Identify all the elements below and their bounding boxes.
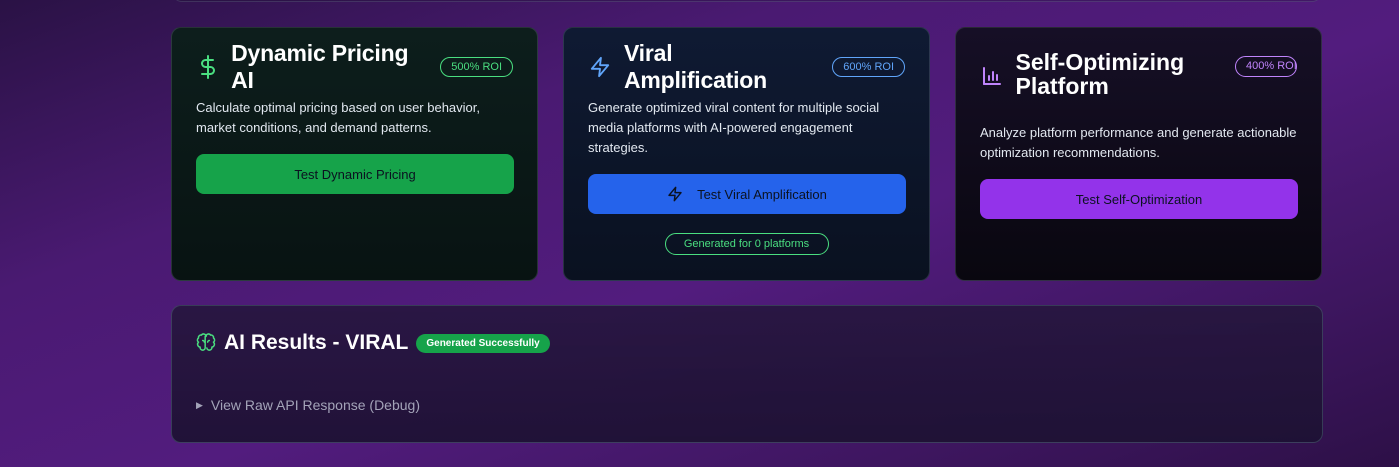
roi-badge: 500% ROI bbox=[440, 57, 513, 77]
card-title: Dynamic Pricing AI bbox=[231, 40, 409, 93]
test-self-optimization-button[interactable]: Test Self-Optimization bbox=[980, 179, 1298, 219]
test-viral-amplification-button[interactable]: Test Viral Amplification bbox=[588, 174, 906, 214]
card-description: Generate optimized viral content for mul… bbox=[588, 100, 880, 155]
success-badge: Generated Successfully bbox=[416, 333, 550, 353]
card-description: Calculate optimal pricing based on user … bbox=[196, 100, 481, 135]
dynamic-pricing-card: Dynamic Pricing AI 500% ROI Calculate op… bbox=[171, 27, 538, 281]
viral-amplification-card: Viral Amplification 600% ROI Generate op… bbox=[563, 27, 930, 281]
previous-panel bbox=[172, 0, 1322, 2]
button-label: Test Viral Amplification bbox=[697, 186, 827, 202]
button-label: Test Dynamic Pricing bbox=[294, 166, 416, 182]
test-dynamic-pricing-button[interactable]: Test Dynamic Pricing bbox=[196, 154, 514, 194]
brain-icon bbox=[196, 333, 216, 353]
ai-results-panel: AI Results - VIRAL Generated Successfull… bbox=[171, 305, 1323, 443]
debug-toggle[interactable]: ▶ View Raw API Response (Debug) bbox=[196, 397, 1298, 413]
card-title: Viral Amplification bbox=[623, 40, 768, 93]
results-title: AI Results - VIRAL bbox=[224, 331, 409, 354]
self-optimizing-card: Self-Optimizing Platform 400% ROI Analyz… bbox=[955, 27, 1322, 281]
lightning-icon bbox=[667, 186, 683, 202]
debug-label: View Raw API Response (Debug) bbox=[210, 397, 420, 413]
card-title: Self-Optimizing Platform bbox=[1015, 49, 1185, 99]
button-label: Test Self-Optimization bbox=[1075, 191, 1203, 207]
status-badge: Generated for 0 platforms bbox=[664, 233, 829, 255]
triangle-right-icon: ▶ bbox=[196, 399, 203, 410]
results-header: AI Results - VIRAL Generated Successfull… bbox=[196, 330, 1298, 356]
card-description: Analyze platform performance and generat… bbox=[980, 125, 1297, 160]
lightning-icon bbox=[588, 55, 612, 79]
card-header: Dynamic Pricing AI 500% ROI bbox=[196, 40, 513, 93]
roi-badge: 600% ROI bbox=[832, 57, 905, 77]
dollar-icon bbox=[196, 55, 219, 79]
card-header: Viral Amplification 600% ROI bbox=[588, 40, 905, 93]
bar-chart-icon bbox=[980, 64, 1003, 88]
roi-badge: 400% ROI bbox=[1235, 56, 1297, 77]
card-header: Self-Optimizing Platform 400% ROI bbox=[980, 50, 1297, 104]
